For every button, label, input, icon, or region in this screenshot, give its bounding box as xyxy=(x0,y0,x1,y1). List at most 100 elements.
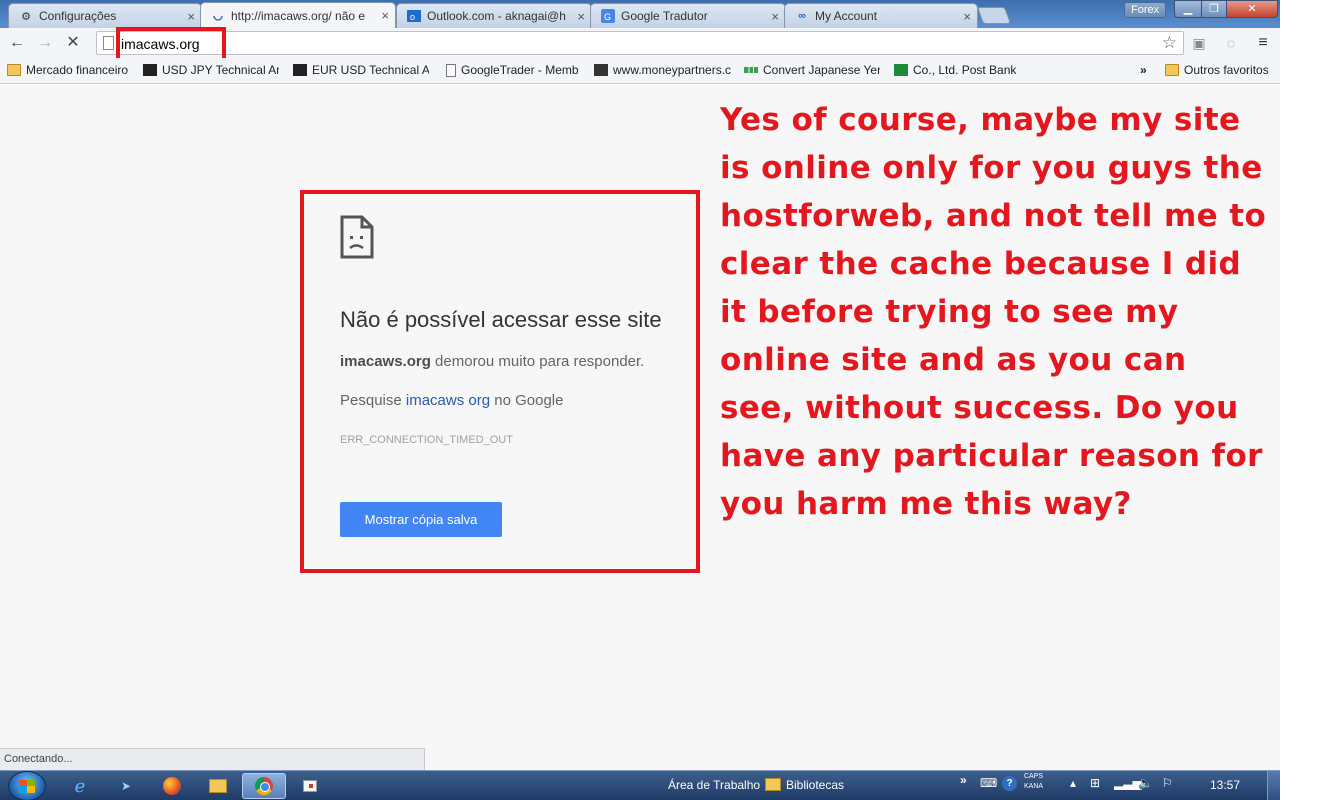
profile-button[interactable]: Forex xyxy=(1124,2,1167,18)
svg-text:o: o xyxy=(410,12,415,22)
folder-icon xyxy=(1165,64,1179,76)
show-desktop-button[interactable] xyxy=(1267,771,1280,800)
folder-icon xyxy=(209,779,227,793)
new-tab-button[interactable] xyxy=(976,7,1012,24)
close-tab-icon[interactable]: × xyxy=(577,9,585,24)
sad-page-icon xyxy=(340,215,374,259)
volume-icon[interactable]: 🔈 xyxy=(1138,776,1153,790)
bookmark-mercado-financeiro[interactable]: Mercado financeiro xyxy=(7,63,131,77)
libraries-toolbar-label[interactable]: Bibliotecas xyxy=(786,778,844,792)
tab-my-account[interactable]: ∞ My Account × xyxy=(784,3,978,28)
tab-title: Google Tradutor xyxy=(621,9,708,23)
windows-logo-icon xyxy=(19,780,35,793)
other-bookmarks-folder[interactable]: Outros favoritos xyxy=(1165,63,1269,77)
address-bar[interactable]: imacaws.org ☆ xyxy=(96,31,1184,55)
bookmark-label: Mercado financeiro xyxy=(26,63,129,77)
gear-icon: ⚙ xyxy=(21,10,31,23)
taskbar-chrome[interactable] xyxy=(242,773,286,799)
jp-post-icon xyxy=(894,64,908,76)
infinity-icon: ∞ xyxy=(798,10,806,22)
page-icon xyxy=(446,63,456,77)
keyboard-icon[interactable]: ⌨ xyxy=(980,776,997,790)
show-hidden-icons-icon[interactable]: ▴ xyxy=(1070,776,1076,790)
tab-configuracoes[interactable]: ⚙ Configurações × xyxy=(8,3,202,28)
close-tab-icon[interactable]: × xyxy=(771,9,779,24)
firefox-icon xyxy=(163,777,181,795)
app-window-icon xyxy=(303,780,317,792)
bookmarks-bar: Mercado financeiro USD JPY Technical An … xyxy=(0,58,1280,84)
tab-outlook[interactable]: o Outlook.com - aknagai@h × xyxy=(396,3,592,28)
screen-margin xyxy=(1280,0,1344,800)
bookmark-googletrader[interactable]: GoogleTrader - Memb xyxy=(446,63,580,77)
kana-indicator: KANA xyxy=(1024,783,1044,790)
extension-trash-icon[interactable]: ▣ xyxy=(1190,34,1208,52)
toolbar-overflow-icon[interactable]: » xyxy=(960,773,967,787)
investing-icon xyxy=(143,64,157,76)
tab-title: http://imacaws.org/ não e xyxy=(231,8,366,23)
taskbar-ie[interactable]: e xyxy=(58,773,102,799)
search-prefix: Pesquise xyxy=(340,392,406,409)
tab-imacaws[interactable]: http://imacaws.org/ não e × xyxy=(200,2,396,28)
tab-title: Configurações xyxy=(39,9,117,23)
taskbar-explorer[interactable] xyxy=(196,773,240,799)
svg-text:G: G xyxy=(604,12,611,22)
libraries-icon xyxy=(765,778,781,791)
moneypartners-icon xyxy=(594,64,608,76)
search-suffix: no Google xyxy=(490,392,564,409)
clock[interactable]: 13:57 xyxy=(1210,778,1240,792)
bookmark-usd-jpy[interactable]: USD JPY Technical An xyxy=(143,63,279,77)
chrome-icon xyxy=(255,777,273,795)
error-detail-text: demorou muito para responder. xyxy=(430,353,645,370)
folder-icon xyxy=(7,64,21,76)
bookmark-label: USD JPY Technical An xyxy=(162,63,279,77)
bookmark-label: GoogleTrader - Memb xyxy=(461,63,579,77)
error-site-name: imacaws.org xyxy=(340,353,431,370)
bookmark-label: www.moneypartners.c xyxy=(613,63,732,77)
close-window-button[interactable]: ✕ xyxy=(1226,0,1278,18)
bookmark-label: Outros favoritos xyxy=(1184,63,1269,77)
close-tab-icon[interactable]: × xyxy=(381,8,389,23)
tab-title: My Account xyxy=(815,9,878,23)
arrow-app-icon: ➤ xyxy=(120,779,132,793)
close-tab-icon[interactable]: × xyxy=(963,9,971,24)
ime-status[interactable]: CAPS KANA xyxy=(1024,772,1043,792)
bookmarks-overflow-button[interactable]: » xyxy=(1140,63,1147,77)
back-button[interactable]: ← xyxy=(7,33,27,53)
show-saved-copy-button[interactable]: Mostrar cópia salva xyxy=(340,502,502,537)
windows-flag-tray-icon[interactable]: ⊞ xyxy=(1090,776,1100,790)
caps-indicator: CAPS xyxy=(1024,773,1044,780)
forward-button[interactable]: → xyxy=(35,33,55,53)
error-code: ERR_CONNECTION_TIMED_OUT xyxy=(340,434,513,446)
green-dots-icon xyxy=(744,67,758,73)
outlook-icon: o xyxy=(407,9,421,23)
minimize-button[interactable]: ▁ xyxy=(1174,0,1202,18)
investing-icon xyxy=(293,64,307,76)
status-bubble: Conectando... xyxy=(0,748,425,770)
close-tab-icon[interactable]: × xyxy=(187,9,195,24)
taskbar-pin[interactable]: ➤ xyxy=(104,773,148,799)
error-detail: imacaws.org demorou muito para responder… xyxy=(340,353,644,370)
stop-loading-button[interactable]: ✕ xyxy=(63,33,83,53)
bookmark-eur-usd[interactable]: EUR USD Technical Ar xyxy=(293,63,429,77)
star-bookmark-icon[interactable]: ☆ xyxy=(1162,33,1177,53)
bookmark-moneypartners[interactable]: www.moneypartners.c xyxy=(594,63,732,77)
bookmark-label: Convert Japanese Yen xyxy=(763,63,880,77)
bookmark-convert-yen[interactable]: Convert Japanese Yen xyxy=(744,63,880,77)
loading-spinner-icon xyxy=(211,9,225,23)
google-search-link[interactable]: imacaws org xyxy=(406,392,490,409)
desktop-toolbar-label[interactable]: Área de Trabalho xyxy=(668,778,760,792)
taskbar-firefox[interactable] xyxy=(150,773,194,799)
start-button[interactable] xyxy=(8,771,46,800)
tab-google-tradutor[interactable]: G Google Tradutor × xyxy=(590,3,786,28)
page-icon xyxy=(103,36,114,50)
menu-icon[interactable]: ≡ xyxy=(1254,34,1272,52)
tab-strip: ⚙ Configurações × http://imacaws.org/ nã… xyxy=(0,0,1280,28)
maximize-button[interactable]: ❐ xyxy=(1201,0,1227,18)
action-center-flag-icon[interactable]: ⚐ xyxy=(1162,776,1173,790)
bookmark-label: EUR USD Technical Ar xyxy=(312,63,429,77)
bookmark-post-bank[interactable]: Co., Ltd. Post Bank xyxy=(894,63,1024,77)
taskbar-app[interactable] xyxy=(288,773,332,799)
help-icon[interactable]: ? xyxy=(1002,776,1017,791)
google-translate-icon: G xyxy=(601,9,615,23)
extension-chat-icon[interactable]: ◌ xyxy=(1222,34,1240,52)
